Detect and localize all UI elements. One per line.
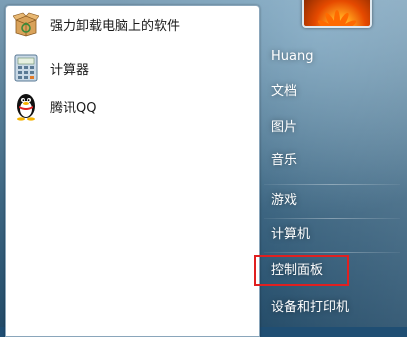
program-label: 强力卸载电脑上的软件 — [50, 18, 181, 34]
program-label: 腾讯QQ — [50, 100, 97, 116]
program-label: 计算器 — [50, 62, 90, 78]
right-item-music[interactable]: 音乐 — [265, 150, 401, 172]
right-item-games[interactable]: 游戏 — [265, 190, 401, 212]
program-item-qq[interactable]: 腾讯QQ — [10, 90, 250, 122]
flower-image-icon — [304, 0, 370, 26]
uninstaller-box-icon — [10, 8, 42, 40]
program-item-calculator[interactable]: 计算器 — [10, 52, 250, 84]
highlight-box — [254, 255, 349, 286]
menu-separator — [264, 218, 400, 219]
right-item-computer[interactable]: 计算机 — [265, 224, 401, 246]
program-item-uninstaller[interactable]: 强力卸载电脑上的软件 — [10, 8, 250, 40]
program-list: 强力卸载电脑上的软件 计算器 腾讯QQ — [5, 5, 260, 337]
right-item-pictures[interactable]: 图片 — [265, 117, 401, 139]
right-item-devices-printers[interactable]: 设备和打印机 — [265, 297, 401, 319]
user-picture[interactable] — [302, 0, 372, 28]
right-item-documents[interactable]: 文档 — [265, 81, 401, 103]
qq-penguin-icon — [10, 90, 42, 122]
menu-separator — [264, 184, 400, 185]
calculator-icon — [10, 52, 42, 84]
right-item-user[interactable]: Huang — [265, 46, 401, 68]
menu-separator — [264, 252, 400, 253]
